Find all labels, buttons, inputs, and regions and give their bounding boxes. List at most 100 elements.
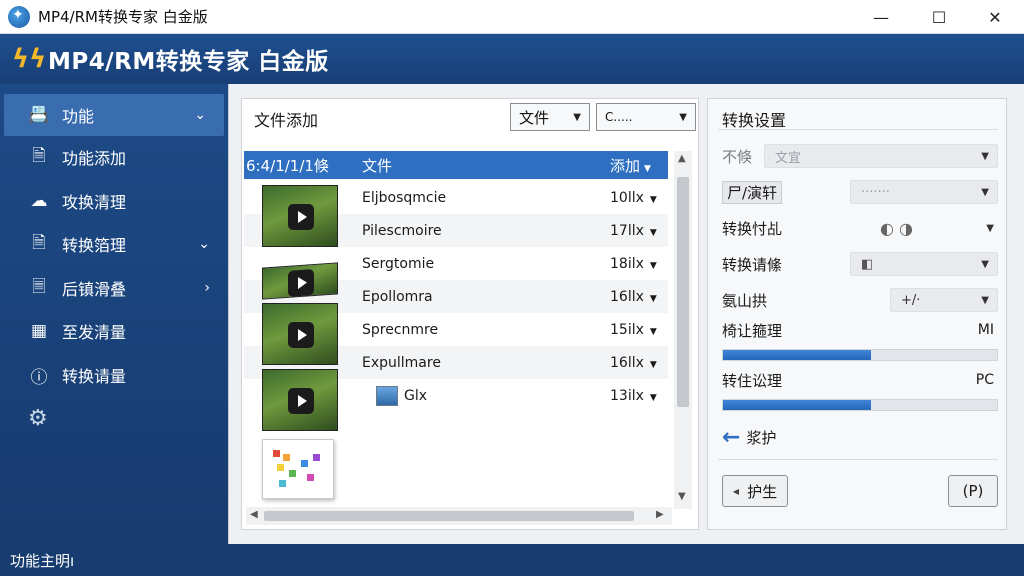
window-titlebar: MP4/RM转换专家 白金版 — ☐ ✕	[0, 0, 1024, 34]
status-text: 功能主明ı	[10, 551, 75, 570]
next-button[interactable]: (P)	[948, 475, 998, 507]
caret-down-icon: ▼	[573, 111, 581, 123]
chevron-down-icon: ⌄	[194, 107, 206, 123]
setting-select[interactable]: ······· ▼	[850, 180, 998, 204]
caret-down-icon[interactable]: ▼	[986, 223, 994, 234]
video-thumbnail[interactable]	[262, 303, 338, 365]
scroll-thumb[interactable]	[677, 177, 689, 407]
progress-fill	[723, 400, 871, 410]
file-panel-title: 文件添加	[254, 111, 319, 130]
sidebar-item-function[interactable]: 📇 功能 ⌄	[4, 94, 224, 136]
info-icon: ⓘ	[30, 367, 48, 388]
close-button[interactable]: ✕	[966, 0, 1024, 34]
progress-row: 椅让箍理 MI	[720, 317, 1000, 343]
horizontal-scrollbar[interactable]: ◀ ▶	[246, 507, 672, 525]
column-header-file[interactable]: 文件	[362, 155, 392, 176]
file-name: Sprecnmre	[362, 321, 439, 338]
file-size[interactable]: 16llx ▼	[610, 289, 657, 305]
maximize-button[interactable]: ☐	[910, 0, 968, 34]
sidebar-item-label: 转换箔理	[62, 236, 127, 255]
sidebar-item-request[interactable]: ⓘ 转换请量	[0, 354, 228, 396]
divider	[718, 459, 998, 460]
lightning-logo-icon: ϟϟ	[12, 44, 47, 74]
sidebar-item-label: 攻换清理	[62, 193, 127, 212]
file-size[interactable]: 13ilx ▼	[610, 388, 657, 404]
file-list-header: 6:4/1/1/1倏 文件 添加 ▼	[244, 151, 668, 179]
sidebar-item-label: 功能	[62, 107, 95, 126]
progress-bar	[722, 399, 998, 411]
chevron-down-icon: ⌄	[198, 236, 210, 252]
file-size[interactable]: 17llx ▼	[610, 223, 657, 239]
progress-label: 转住讼理	[722, 371, 783, 390]
card-icon: 📇	[28, 105, 50, 125]
file-name: Glx	[404, 387, 428, 404]
sidebar-item-label: 至发清量	[62, 323, 127, 342]
arrow-left-icon: ←	[722, 425, 741, 450]
main-content: 文件添加 文件 ▼ C..... ▼ 6:4/1/1/1倏 文件 添加 ▼ Elj…	[228, 84, 1024, 544]
settings-panel: 转换设置 不倏 文宜 ▼ 尸/演轩 ······· ▼ 转换忖乩 ◐ ◑ ▼ 转…	[707, 98, 1007, 530]
setting-select[interactable]: ◧ ▼	[850, 252, 998, 276]
setting-row: 尸/演轩 ······· ▼	[720, 179, 1000, 205]
video-thumbnail[interactable]	[262, 369, 338, 431]
image-thumbnail-icon	[376, 385, 398, 406]
sidebar-item-post[interactable]: 🗏 后镇滑叠 ›	[0, 267, 228, 309]
file-size[interactable]: 18ilx ▼	[610, 256, 657, 272]
column-header-index[interactable]: 6:4/1/1/1倏	[246, 155, 329, 176]
scroll-left-icon[interactable]: ◀	[250, 509, 258, 520]
setting-select-value: 文宜	[775, 150, 802, 166]
file-name: Expullmare	[362, 354, 441, 371]
edit-document-icon: 🗏	[32, 276, 46, 297]
document-icon: 🗎	[32, 145, 46, 166]
setting-select[interactable]: 文宜 ▼	[764, 144, 998, 168]
back-link-label: 浆护	[746, 429, 777, 447]
file-filter-dropdown[interactable]: 文件 ▼	[510, 103, 590, 131]
banner-title: MP4/RM转换专家 白金版	[48, 49, 329, 75]
play-icon	[288, 269, 314, 297]
caret-down-icon: ▼	[679, 111, 687, 123]
previous-button[interactable]: ◀ 护生	[722, 475, 788, 507]
toggle-icon[interactable]: ◐ ◑	[880, 219, 913, 238]
file-size[interactable]: 16llx ▼	[610, 355, 657, 371]
setting-label[interactable]: 尸/演轩	[722, 180, 783, 204]
file-name: Epollomra	[362, 288, 433, 305]
minimize-button[interactable]: —	[852, 0, 910, 34]
play-icon	[288, 322, 314, 348]
sidebar-item-cleanup[interactable]: ☁ 攻换清理	[0, 180, 228, 222]
setting-row: 不倏 文宜 ▼	[720, 143, 1000, 169]
video-thumbnail[interactable]	[262, 185, 338, 247]
file-name: Pilescmoire	[362, 222, 442, 239]
back-link[interactable]: ← 浆护	[722, 425, 776, 450]
file-name: Eljbosqmcie	[362, 189, 447, 206]
settings-title: 转换设置	[722, 111, 787, 130]
progress-value: PC	[975, 372, 994, 388]
progress-label: 椅让箍理	[722, 321, 783, 340]
vertical-scrollbar[interactable]: ▲ ▼	[674, 151, 692, 509]
sidebar-item-label: 转换请量	[62, 367, 127, 386]
scroll-down-icon[interactable]: ▼	[678, 491, 686, 502]
window-title: MP4/RM转换专家 白金版	[38, 8, 208, 26]
caret-down-icon: ▼	[981, 258, 989, 270]
file-size[interactable]: 10llx ▼	[610, 190, 657, 206]
setting-select[interactable]: +/· ▼	[890, 288, 998, 312]
play-icon	[288, 388, 314, 414]
app-banner: ϟϟ MP4/RM转换专家 白金版	[0, 34, 1024, 84]
sidebar-item-output[interactable]: ▦ 至发清量	[0, 310, 228, 352]
sidebar-item-manage[interactable]: 🗎 转换箔理 ⌄	[0, 223, 228, 265]
sidebar: 📇 功能 ⌄ 🗎 功能添加 ☁ 攻换清理 🗎 转换箔理 ⌄ 🗏 后镇滑叠 › ▦…	[0, 84, 228, 544]
scroll-right-icon[interactable]: ▶	[656, 509, 664, 520]
scroll-thumb[interactable]	[264, 511, 634, 521]
gear-icon[interactable]: ⚙	[28, 406, 48, 431]
scroll-up-icon[interactable]: ▲	[678, 153, 686, 164]
sidebar-item-add[interactable]: 🗎 功能添加	[0, 136, 228, 178]
video-thumbnail[interactable]	[262, 262, 338, 300]
play-icon	[288, 204, 314, 230]
secondary-filter-dropdown[interactable]: C..... ▼	[596, 103, 696, 131]
chart-thumbnail-icon[interactable]	[262, 439, 334, 499]
file-filter-value: 文件	[519, 108, 550, 127]
column-header-add[interactable]: 添加 ▼	[610, 155, 651, 176]
file-size[interactable]: 15ilx ▼	[610, 322, 657, 338]
setting-row: 转换请絛 ◧ ▼	[720, 251, 1000, 277]
setting-select-value: ·······	[861, 184, 890, 200]
progress-bar	[722, 349, 998, 361]
progress-value: MI	[977, 322, 994, 338]
